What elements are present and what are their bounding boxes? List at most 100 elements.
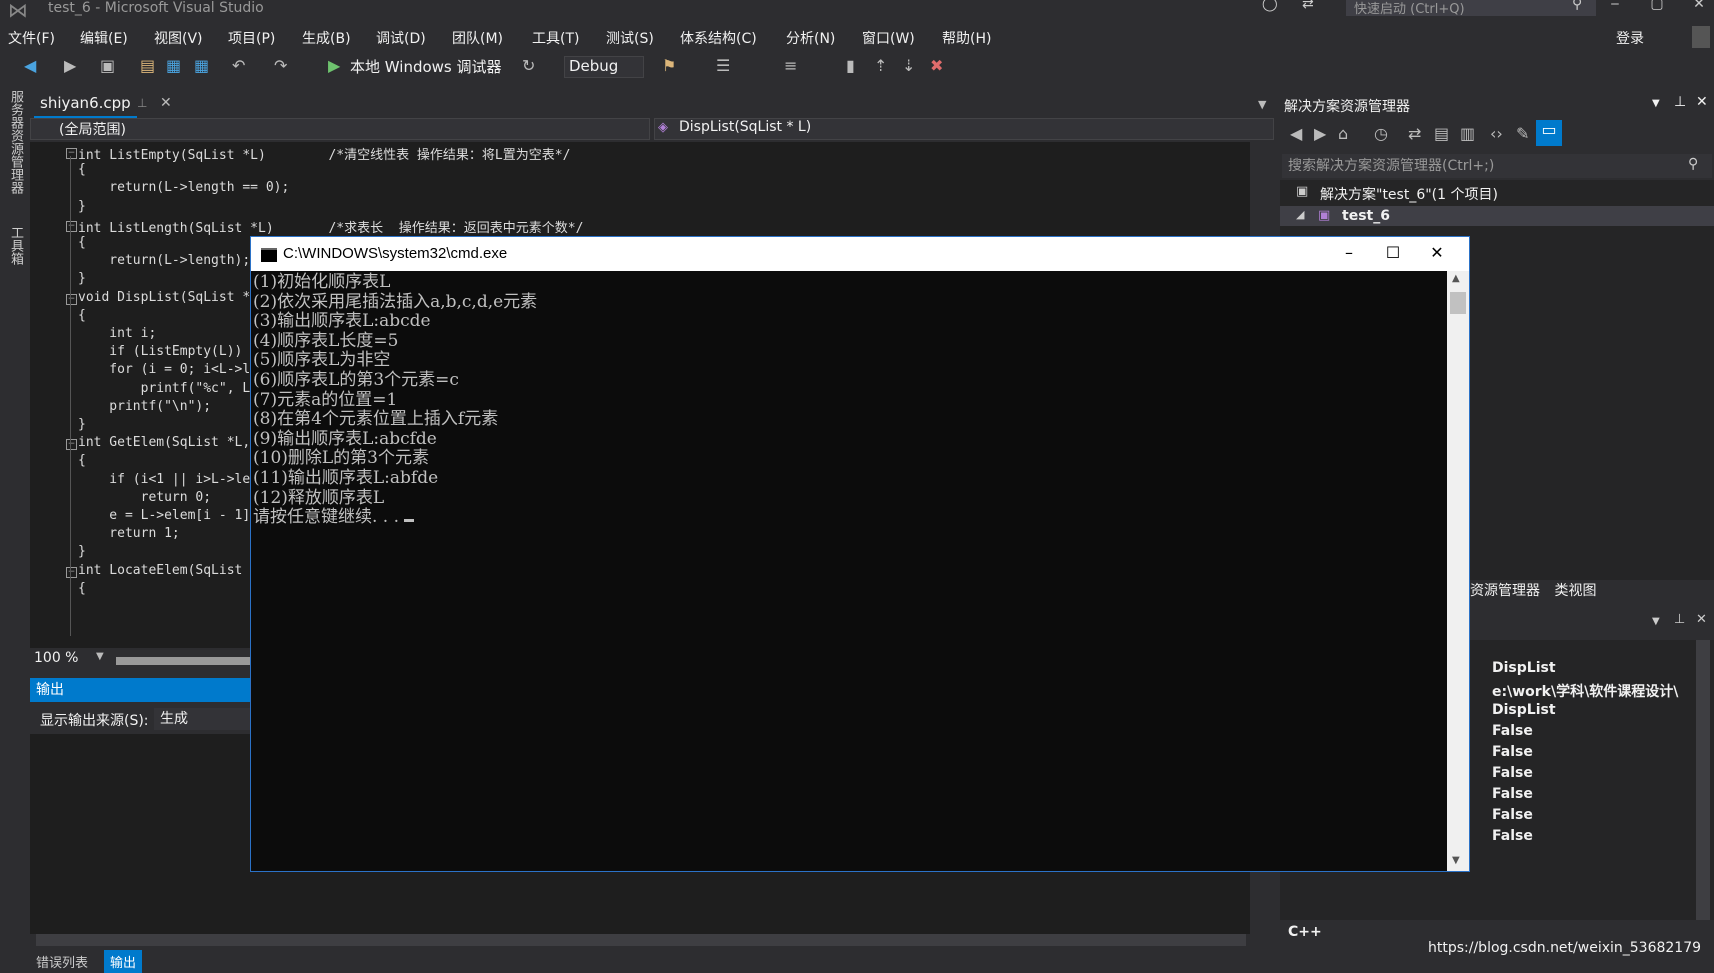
notification-icon[interactable]: ⇄ xyxy=(1302,0,1314,12)
property-value[interactable]: False xyxy=(1492,786,1533,802)
minimize-button[interactable]: ‒ xyxy=(1600,0,1630,12)
close-button[interactable]: ✕ xyxy=(1684,0,1714,12)
clear-bookmarks-icon[interactable]: ✖ xyxy=(930,56,943,75)
account-avatar-icon[interactable] xyxy=(1692,26,1710,48)
start-debugger-button[interactable]: 本地 Windows 调试器 xyxy=(350,56,502,77)
quick-launch-input[interactable]: 快速启动 (Ctrl+Q) xyxy=(1346,0,1596,17)
bookmark-icon[interactable]: ▮ xyxy=(846,56,855,75)
properties-scrollbar[interactable] xyxy=(1696,640,1710,920)
property-value[interactable]: False xyxy=(1492,723,1533,739)
preview-icon[interactable]: ▭ xyxy=(1536,120,1562,146)
properties-icon[interactable]: ✎ xyxy=(1516,124,1529,143)
forward-icon[interactable]: ▶ xyxy=(1314,124,1326,143)
zoom-dropdown-icon[interactable]: ▼ xyxy=(96,651,104,662)
view-code-icon[interactable]: ‹› xyxy=(1490,124,1503,143)
back-icon[interactable]: ◀ xyxy=(1290,124,1302,143)
solution-configuration-select[interactable]: Debug xyxy=(564,56,644,78)
menu-build[interactable]: 生成(B) xyxy=(302,28,351,48)
indent-icon[interactable]: ≡ xyxy=(784,56,797,75)
cmd-minimize-button[interactable]: – xyxy=(1329,243,1369,262)
save-icon[interactable]: ▦ xyxy=(166,56,181,75)
login-link[interactable]: 登录 xyxy=(1616,28,1644,48)
next-bookmark-icon[interactable]: ⇣ xyxy=(902,56,915,75)
tab-error-list[interactable]: 错误列表 xyxy=(36,952,88,971)
close-tab-icon[interactable]: ✕ xyxy=(160,95,172,111)
show-all-files-icon[interactable]: ▥ xyxy=(1460,124,1475,143)
property-value[interactable]: e:\work\学科\软件课程设计\ xyxy=(1492,681,1678,701)
fold-toggle-icon[interactable]: − xyxy=(66,220,77,232)
prev-bookmark-icon[interactable]: ⇡ xyxy=(874,56,887,75)
property-value[interactable]: DispList xyxy=(1492,702,1556,718)
undo-icon[interactable]: ↶ xyxy=(232,56,245,75)
panel-menu-icon[interactable]: ▼ xyxy=(1652,98,1660,109)
output-horizontal-scrollbar[interactable] xyxy=(36,934,1246,946)
property-value[interactable]: False xyxy=(1492,807,1533,823)
property-value[interactable]: False xyxy=(1492,828,1533,844)
menu-edit[interactable]: 编辑(E) xyxy=(80,28,128,48)
new-project-icon[interactable]: ▣ xyxy=(100,56,115,75)
pin-panel-icon[interactable]: ⊥ xyxy=(1674,612,1685,627)
close-panel-icon[interactable]: ✕ xyxy=(1696,612,1707,627)
home-icon[interactable]: ⌂ xyxy=(1338,124,1348,143)
cmd-window[interactable]: C:\WINDOWS\system32\cmd.exe – ☐ ✕ (1)初始化… xyxy=(250,236,1470,872)
output-source-select[interactable]: 生成 xyxy=(154,708,250,730)
zoom-level[interactable]: 100 % xyxy=(34,650,78,666)
property-value[interactable]: False xyxy=(1492,744,1533,760)
open-file-icon[interactable]: ▤ xyxy=(140,56,155,75)
property-value[interactable]: DispList xyxy=(1492,660,1556,676)
menu-help[interactable]: 帮助(H) xyxy=(942,28,991,48)
solution-search-input[interactable]: 搜索解决方案资源管理器(Ctrl+;) xyxy=(1282,154,1712,178)
maximize-button[interactable]: ▢ xyxy=(1642,0,1672,12)
menu-tools[interactable]: 工具(T) xyxy=(532,28,579,48)
editor-horizontal-scrollbar[interactable] xyxy=(116,657,250,665)
pin-panel-icon[interactable]: ⊥ xyxy=(1674,94,1686,110)
tab-class-view[interactable]: 类视图 xyxy=(1554,583,1596,599)
menu-architecture[interactable]: 体系结构(C) xyxy=(680,28,757,48)
menu-file[interactable]: 文件(F) xyxy=(8,28,55,48)
start-debug-icon[interactable]: ▶ xyxy=(328,56,340,75)
menu-project[interactable]: 项目(P) xyxy=(228,28,275,48)
scroll-down-icon[interactable]: ▼ xyxy=(1452,855,1460,866)
comment-icon[interactable]: ☰ xyxy=(716,56,730,75)
sync-icon[interactable]: ⇄ xyxy=(1408,124,1421,143)
cmd-title-bar[interactable]: C:\WINDOWS\system32\cmd.exe – ☐ ✕ xyxy=(251,237,1469,271)
menu-analyze[interactable]: 分析(N) xyxy=(786,28,835,48)
menu-team[interactable]: 团队(M) xyxy=(452,28,503,48)
save-all-icon[interactable]: ▦ xyxy=(194,56,209,75)
cmd-scrollbar[interactable]: ▲ ▼ xyxy=(1447,271,1469,871)
menu-view[interactable]: 视图(V) xyxy=(154,28,203,48)
expand-icon[interactable]: ◢ xyxy=(1296,208,1304,221)
panel-menu-icon[interactable]: ▼ xyxy=(1652,616,1660,627)
cmd-maximize-button[interactable]: ☐ xyxy=(1373,243,1413,262)
editor-tab-shiyan6[interactable]: shiyan6.cpp xyxy=(34,94,137,118)
pending-changes-icon[interactable]: ◷ xyxy=(1374,124,1388,143)
server-explorer-tab[interactable]: 服务器资源管理器 xyxy=(6,90,25,194)
tab-solution-explorer[interactable]: 资源管理器 xyxy=(1470,583,1540,599)
tab-dropdown-icon[interactable]: ▼ xyxy=(1258,98,1266,111)
back-icon[interactable]: ◀ xyxy=(24,56,36,75)
member-dropdown[interactable]: DispList(SqList * L) xyxy=(654,118,1274,140)
toolbox-tab[interactable]: 工具箱 xyxy=(6,226,25,265)
find-in-files-icon[interactable]: ⚑ xyxy=(662,56,676,75)
scope-dropdown[interactable]: (全局范围) xyxy=(30,118,650,140)
refresh-icon[interactable]: ↻ xyxy=(522,56,535,75)
fold-toggle-icon[interactable]: − xyxy=(66,148,77,159)
redo-icon[interactable]: ↷ xyxy=(274,56,287,75)
scroll-up-icon[interactable]: ▲ xyxy=(1452,273,1460,284)
project-row[interactable]: ◢ ▣ test_6 xyxy=(1280,206,1714,226)
feedback-icon[interactable]: ◯ xyxy=(1262,0,1278,12)
close-panel-icon[interactable]: ✕ xyxy=(1696,94,1708,110)
menu-test[interactable]: 测试(S) xyxy=(606,28,654,48)
tab-output[interactable]: 输出 xyxy=(104,950,143,973)
menu-debug[interactable]: 调试(D) xyxy=(376,28,426,48)
solution-node[interactable]: 解决方案"test_6"(1 个项目) xyxy=(1320,184,1498,204)
menu-window[interactable]: 窗口(W) xyxy=(862,28,915,48)
cmd-scroll-thumb[interactable] xyxy=(1450,292,1466,314)
fold-toggle-icon[interactable]: − xyxy=(66,293,77,305)
fold-toggle-icon[interactable]: − xyxy=(66,439,77,451)
fold-toggle-icon[interactable]: − xyxy=(66,566,77,578)
collapse-all-icon[interactable]: ▤ xyxy=(1434,124,1449,143)
cmd-close-button[interactable]: ✕ xyxy=(1417,243,1457,262)
property-value[interactable]: False xyxy=(1492,765,1533,781)
forward-icon[interactable]: ▶ xyxy=(64,56,76,75)
